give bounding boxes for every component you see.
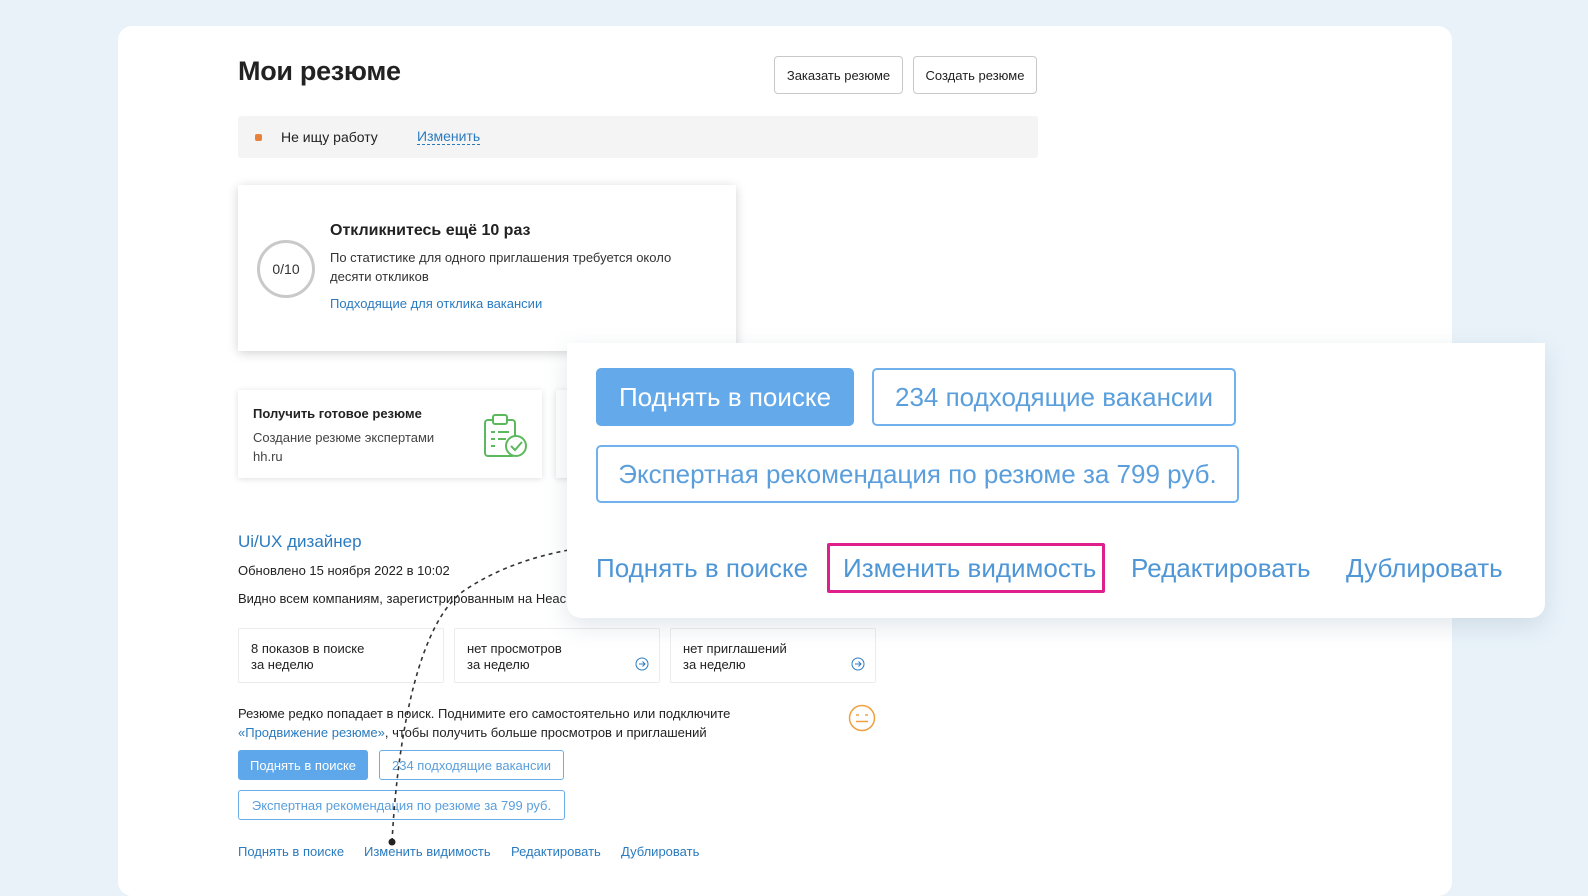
zoom-matching-vacancies-button[interactable]: 234 подходящие вакансии <box>872 368 1236 426</box>
zoom-raise-in-search-button[interactable]: Поднять в поиске <box>596 368 854 426</box>
highlight-frame <box>827 543 1105 593</box>
zoom-expert-recommendation-button[interactable]: Экспертная рекомендация по резюме за 799… <box>596 445 1239 503</box>
zoom-edit-link[interactable]: Редактировать <box>1131 553 1311 584</box>
zoom-callout-panel: Поднять в поиске 234 подходящие вакансии… <box>567 343 1545 618</box>
zoom-raise-in-search-link[interactable]: Поднять в поиске <box>596 553 808 584</box>
zoom-duplicate-link[interactable]: Дублировать <box>1346 553 1503 584</box>
